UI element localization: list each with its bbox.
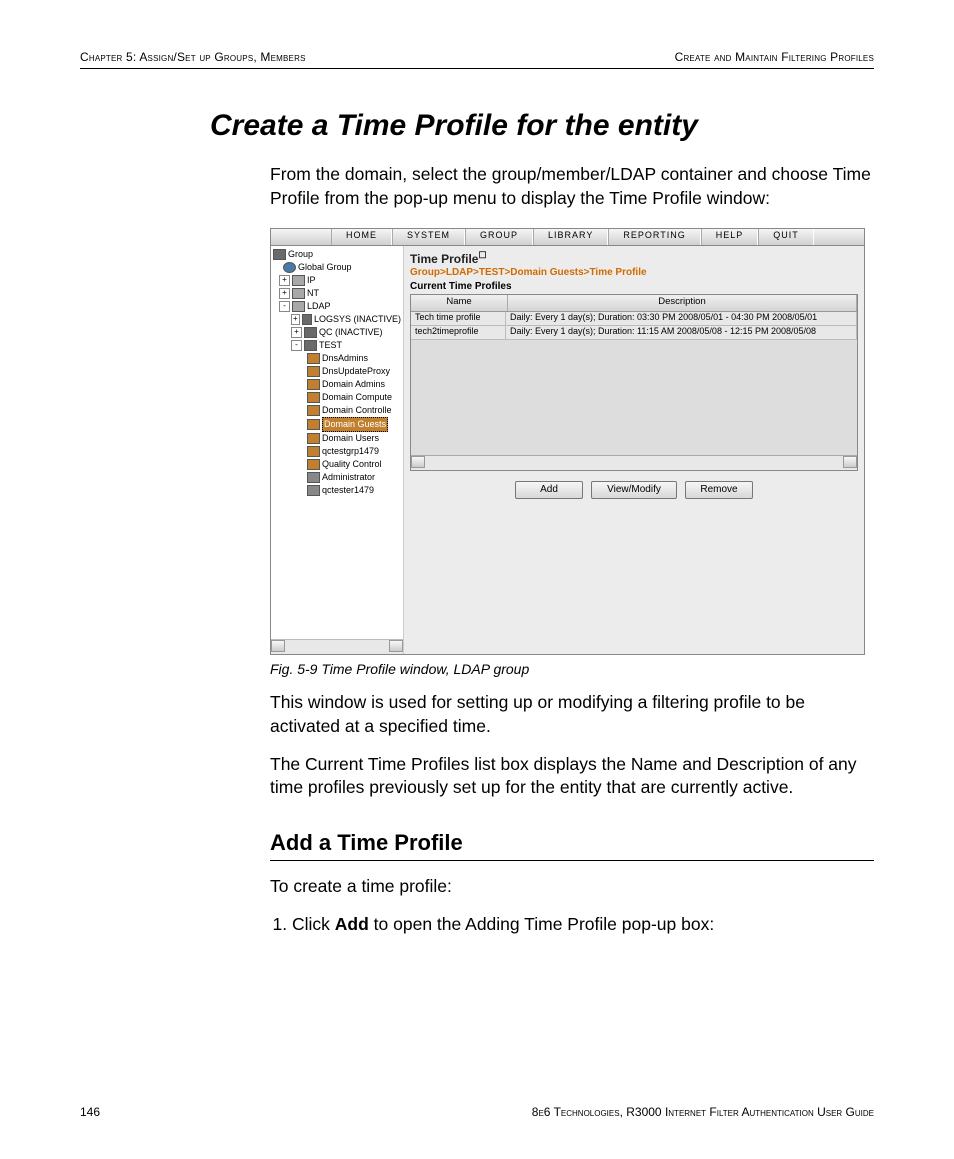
tree-item[interactable]: qctestgrp1479 [322,445,379,458]
group-icon [307,379,320,390]
tree-scrollbar[interactable] [271,639,403,654]
tree[interactable]: Group Global Group + IP + NT - LDAP + LOGSYS… [271,246,403,639]
lead-text: To create a time profile: [270,875,874,899]
panel-title: Time Profile [410,252,478,266]
table-row[interactable]: tech2timeprofile Daily: Every 1 day(s); … [411,326,857,340]
col-name[interactable]: Name [411,295,508,311]
page-header: Chapter 5: Assign/Set up Groups, Members… [80,50,874,69]
list-scrollbar[interactable] [411,455,857,470]
add-button[interactable]: Add [515,481,583,499]
breadcrumb: Group>LDAP>TEST>Domain Guests>Time Profi… [410,267,858,278]
menu-quit[interactable]: QUIT [758,229,814,245]
remove-button[interactable]: Remove [685,481,753,499]
section-title: Create a Time Profile for the entity [210,109,874,143]
list-header: Name Description [411,295,857,312]
globe-icon [283,262,296,273]
group-icon [307,353,320,364]
tree-item[interactable]: Administrator [322,471,375,484]
scroll-left-icon[interactable] [271,640,285,652]
network-icon [292,301,305,312]
group-icon [307,366,320,377]
tree-item-selected[interactable]: Domain Guests [322,417,388,432]
menubar: HOME SYSTEM GROUP LIBRARY REPORTING HELP… [271,229,864,246]
group-icon [307,446,320,457]
step-text: to open the Adding Time Profile pop-up b… [369,914,714,934]
tree-item[interactable]: qctester1479 [322,484,374,497]
tree-item[interactable]: DnsUpdateProxy [322,365,390,378]
panel-label: Current Time Profiles [410,281,858,292]
menu-reporting[interactable]: REPORTING [608,229,700,245]
menu-help[interactable]: HELP [701,229,759,245]
rule [270,860,874,861]
view-modify-button[interactable]: View/Modify [591,481,677,499]
domain-icon [304,340,317,351]
step-bold: Add [335,914,369,934]
intro-paragraph: From the domain, select the group/member… [270,163,874,210]
menu-group[interactable]: GROUP [465,229,533,245]
cell-name: Tech time profile [411,312,506,325]
paragraph: This window is used for setting up or mo… [270,691,874,738]
cell-desc: Daily: Every 1 day(s); Duration: 11:15 A… [506,326,857,339]
domain-icon [304,327,317,338]
tree-item[interactable]: Domain Controlle [322,404,392,417]
group-icon [273,249,286,260]
tree-item[interactable]: Domain Compute [322,391,392,404]
group-icon [307,392,320,403]
expander-icon[interactable]: + [279,288,290,299]
tree-logsys[interactable]: LOGSYS (INACTIVE) [314,313,401,326]
domain-icon [302,314,312,325]
header-right: Create and Maintain Filtering Profiles [675,50,874,64]
paragraph: The Current Time Profiles list box displ… [270,753,874,800]
tree-ldap[interactable]: LDAP [307,300,331,313]
group-icon [307,419,320,430]
content-pane: Time Profile☐ Group>LDAP>TEST>Domain Gue… [404,246,864,654]
page-footer: 146 8e6 Technologies, R3000 Internet Fil… [80,1105,874,1119]
steps-list: Click Add to open the Adding Time Profil… [270,912,874,937]
col-description[interactable]: Description [508,295,857,311]
subsection-title: Add a Time Profile [270,830,874,856]
cell-desc: Daily: Every 1 day(s); Duration: 03:30 P… [506,312,857,325]
menu-system[interactable]: SYSTEM [392,229,465,245]
user-icon [307,485,320,496]
table-row[interactable]: Tech time profile Daily: Every 1 day(s);… [411,312,857,326]
cell-name: tech2timeprofile [411,326,506,339]
group-icon [307,459,320,470]
scroll-right-icon[interactable] [843,456,857,468]
tree-nt[interactable]: NT [307,287,319,300]
expander-icon[interactable]: + [291,314,300,325]
network-icon [292,275,305,286]
app-window: HOME SYSTEM GROUP LIBRARY REPORTING HELP… [270,228,865,655]
page-number: 146 [80,1105,100,1119]
group-icon [307,433,320,444]
step-text: Click [292,914,335,934]
step-item: Click Add to open the Adding Time Profil… [292,912,874,937]
tree-global-group[interactable]: Global Group [298,261,352,274]
current-time-profiles-list: Name Description Tech time profile Daily… [410,294,858,471]
scroll-right-icon[interactable] [389,640,403,652]
group-icon [307,405,320,416]
expander-icon[interactable]: - [291,340,302,351]
expander-icon[interactable]: - [279,301,290,312]
expander-icon[interactable]: + [291,327,302,338]
scroll-left-icon[interactable] [411,456,425,468]
tree-qc[interactable]: QC (INACTIVE) [319,326,383,339]
tree-item[interactable]: Domain Users [322,432,379,445]
menu-library[interactable]: LIBRARY [533,229,608,245]
user-icon [307,472,320,483]
tree-test[interactable]: TEST [319,339,342,352]
tree-pane: Group Global Group + IP + NT - LDAP + LOGSYS… [271,246,404,654]
network-icon [292,288,305,299]
tree-item[interactable]: DnsAdmins [322,352,368,365]
header-left: Chapter 5: Assign/Set up Groups, Members [80,50,306,64]
tree-item[interactable]: Domain Admins [322,378,385,391]
doc-title: 8e6 Technologies, R3000 Internet Filter … [532,1105,874,1119]
figure-caption: Fig. 5-9 Time Profile window, LDAP group [270,661,865,677]
tree-item[interactable]: Quality Control [322,458,382,471]
menu-home[interactable]: HOME [331,229,392,245]
tree-root[interactable]: Group [288,248,313,261]
figure-time-profile: HOME SYSTEM GROUP LIBRARY REPORTING HELP… [270,228,865,677]
expander-icon[interactable]: + [279,275,290,286]
tree-ip[interactable]: IP [307,274,316,287]
